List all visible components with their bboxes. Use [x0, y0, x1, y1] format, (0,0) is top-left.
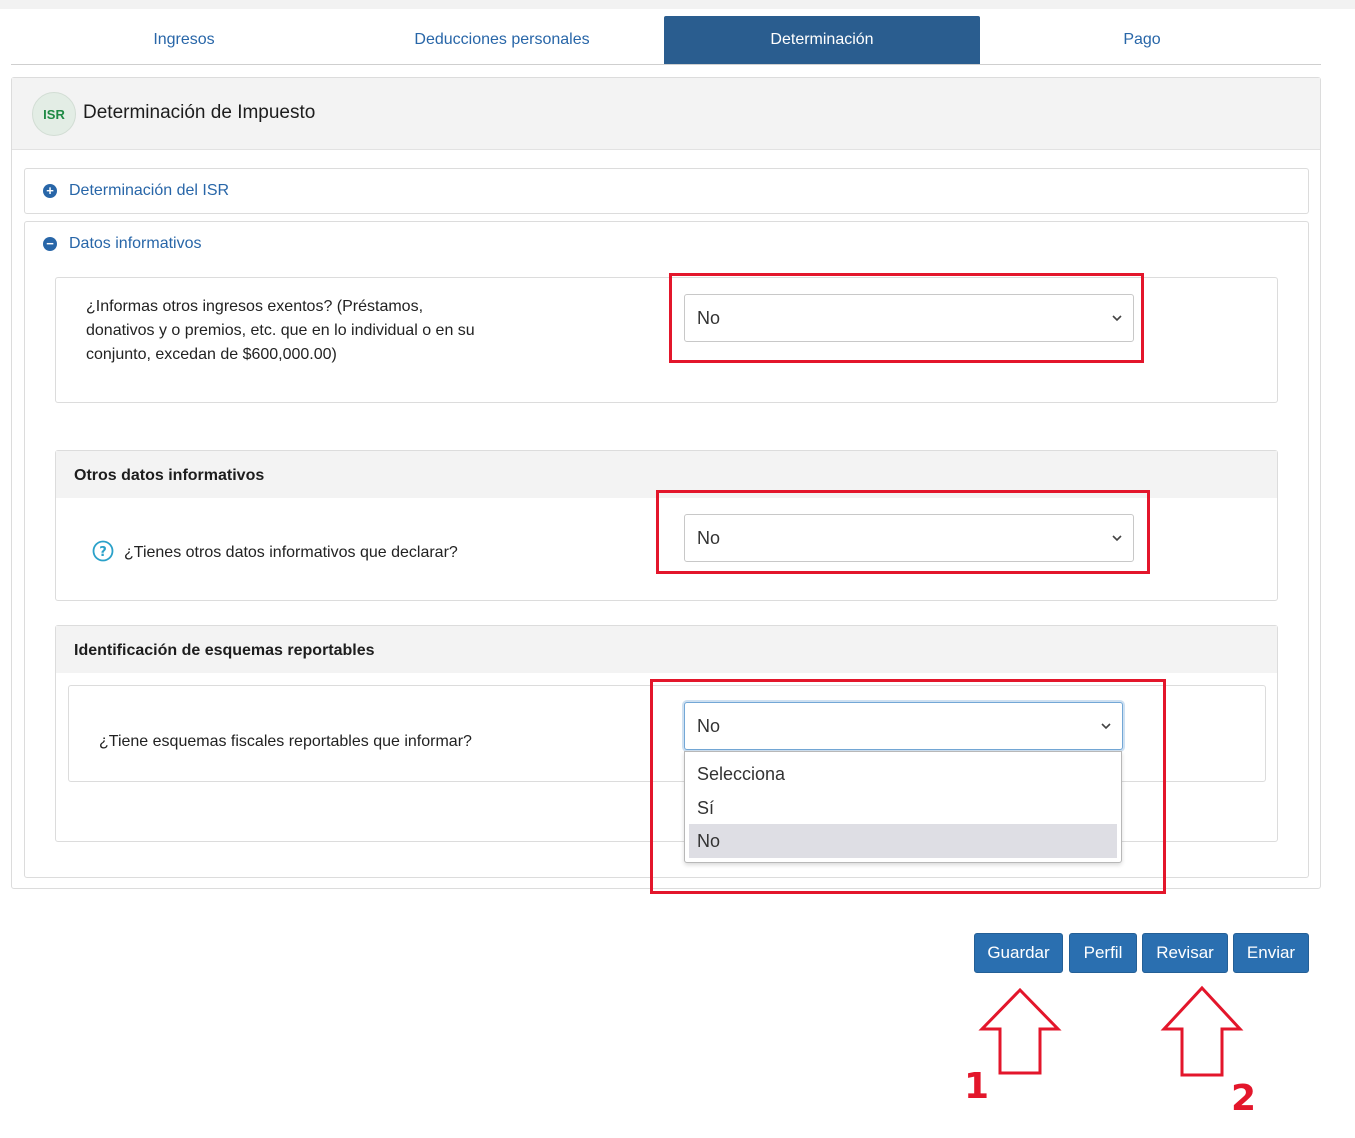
highlight-box-2: [656, 490, 1150, 574]
enviar-button[interactable]: Enviar: [1233, 933, 1309, 973]
esquemas-title: Identificación de esquemas reportables: [74, 642, 375, 659]
annotation-number-2: 2: [1231, 1078, 1257, 1119]
svg-text:?: ?: [99, 545, 107, 560]
top-strip: [0, 0, 1355, 9]
question-otros-datos-label: ¿Tienes otros datos informativos que dec…: [124, 544, 458, 561]
question-esquemas-label: ¿Tiene esquemas fiscales reportables que…: [99, 733, 472, 750]
annotation-number-1: 1: [964, 1066, 990, 1107]
tab-bar: Ingresos Deducciones personales Determin…: [11, 16, 1321, 65]
highlight-box-3: [650, 679, 1166, 894]
arrow-up-icon: [978, 987, 1062, 1075]
revisar-button[interactable]: Revisar: [1142, 933, 1228, 973]
question-ingresos-exentos-label: ¿Informas otros ingresos exentos? (Prést…: [86, 298, 475, 363]
guardar-button[interactable]: Guardar: [974, 933, 1063, 973]
tab-pago[interactable]: Pago: [984, 16, 1300, 64]
plus-circle-icon: +: [43, 184, 57, 198]
esquemas-header: Identificación de esquemas reportables: [56, 626, 1277, 673]
tab-ingresos[interactable]: Ingresos: [26, 16, 342, 64]
page-title: Determinación de Impuesto: [83, 102, 316, 123]
highlight-box-1: [669, 273, 1144, 363]
tab-determinacion[interactable]: Determinación: [664, 16, 980, 64]
isr-badge: ISR: [32, 92, 76, 136]
question-circle-icon[interactable]: ?: [92, 540, 114, 562]
arrow-up-icon: [1160, 985, 1244, 1077]
accordion-title-datos[interactable]: Datos informativos: [69, 235, 202, 253]
tab-deducciones-personales[interactable]: Deducciones personales: [344, 16, 660, 64]
perfil-button[interactable]: Perfil: [1069, 933, 1137, 973]
otros-datos-title: Otros datos informativos: [74, 467, 265, 484]
accordion-title-determinacion[interactable]: Determinación del ISR: [69, 182, 229, 200]
accordion-determinacion-isr[interactable]: + Determinación del ISR: [24, 168, 1309, 214]
minus-circle-icon: −: [43, 237, 57, 251]
panel-header: ISR Determinación de Impuesto: [12, 78, 1320, 150]
